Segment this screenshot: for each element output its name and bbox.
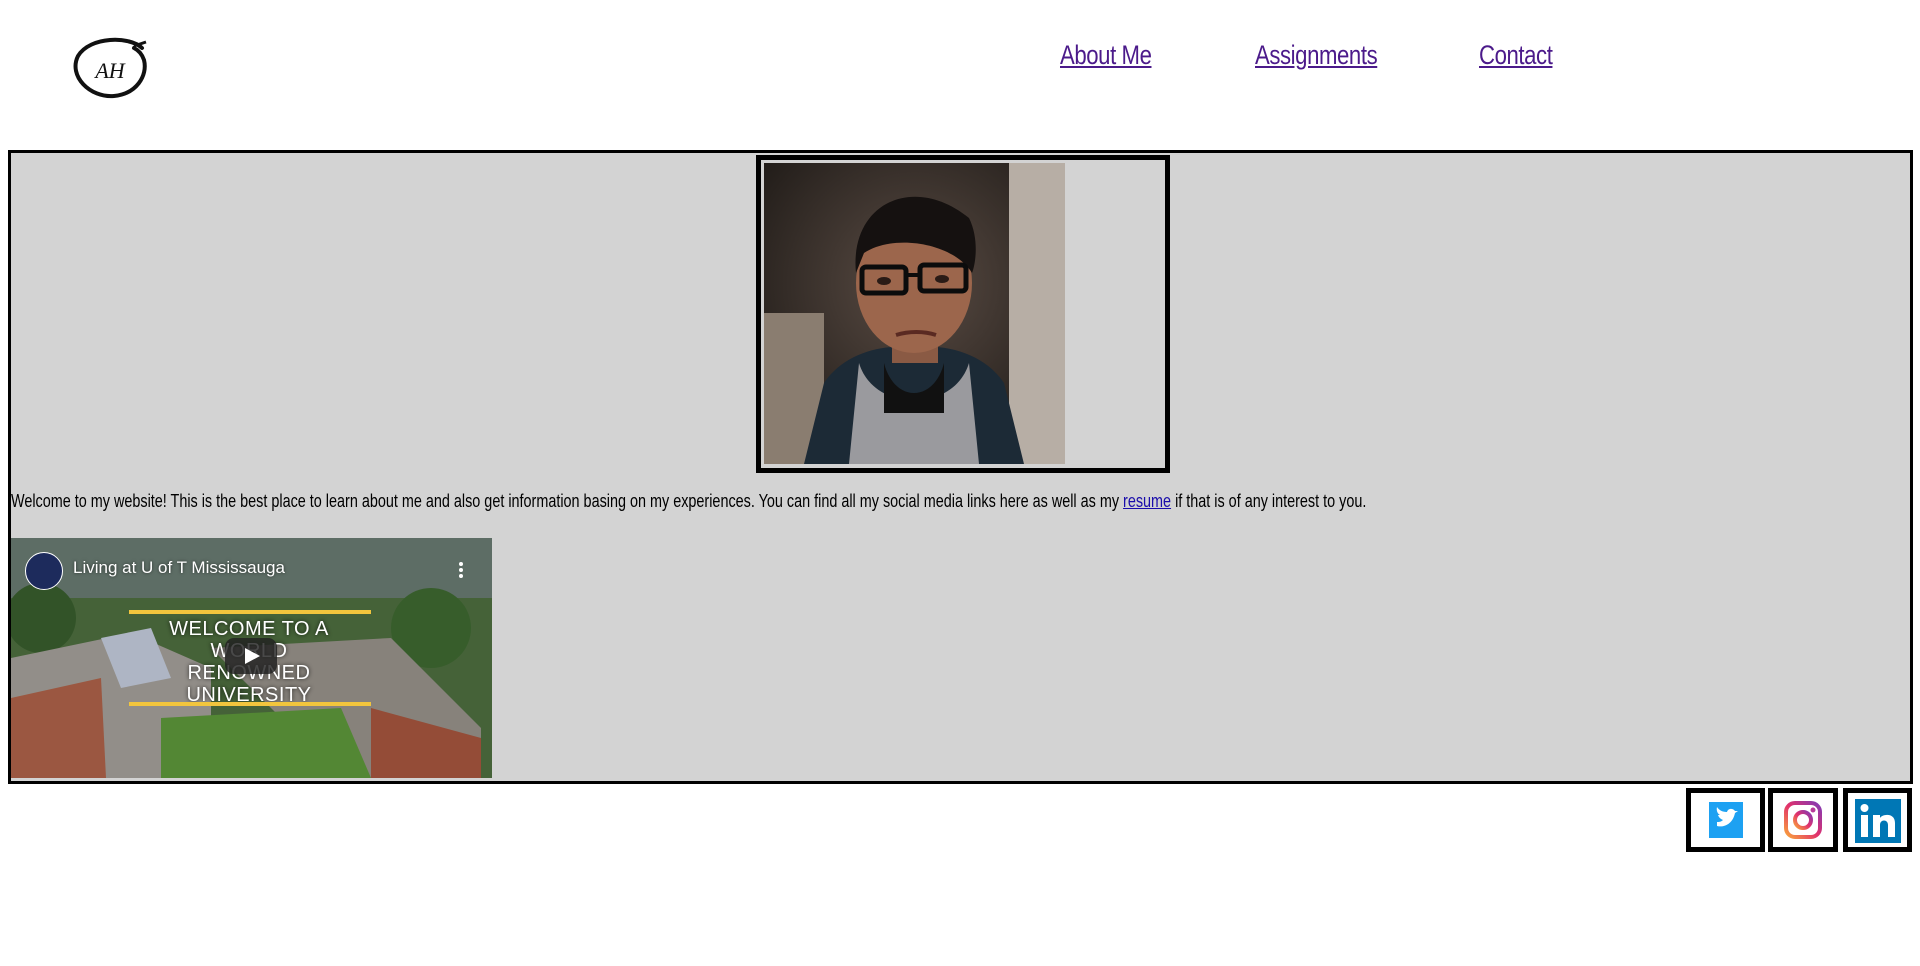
nav-contact[interactable]: Contact [1479,40,1553,71]
nav-assignments[interactable]: Assignments [1255,40,1378,71]
linkedin-icon [1855,799,1901,843]
play-button-icon[interactable] [225,638,277,674]
youtube-video-embed[interactable]: Living at U of T Mississauga WELCOME TO … [11,538,492,778]
video-more-icon[interactable] [458,560,464,580]
profile-photo [764,163,1065,464]
banner-line-top [129,610,371,614]
intro-text-before: Welcome to my website! This is the best … [11,491,1124,511]
intro-text: Welcome to my website! This is the best … [11,491,1515,512]
channel-avatar[interactable] [25,552,63,590]
linkedin-link[interactable] [1843,788,1912,852]
top-nav: About Me Assignments Contact [0,40,1920,80]
intro-text-after: if that is of any interest to you. [1171,491,1367,511]
nav-about-me[interactable]: About Me [1060,40,1152,71]
instagram-icon [1784,801,1822,839]
profile-portrait-image [764,163,1065,464]
video-title[interactable]: Living at U of T Mississauga [73,558,285,578]
main-content: Welcome to my website! This is the best … [8,150,1913,784]
instagram-link[interactable] [1768,788,1838,852]
twitter-link[interactable] [1686,788,1765,852]
twitter-icon [1709,802,1743,838]
resume-link[interactable]: resume [1123,491,1171,511]
banner-line-bottom [129,702,371,706]
profile-photo-frame [756,155,1170,473]
